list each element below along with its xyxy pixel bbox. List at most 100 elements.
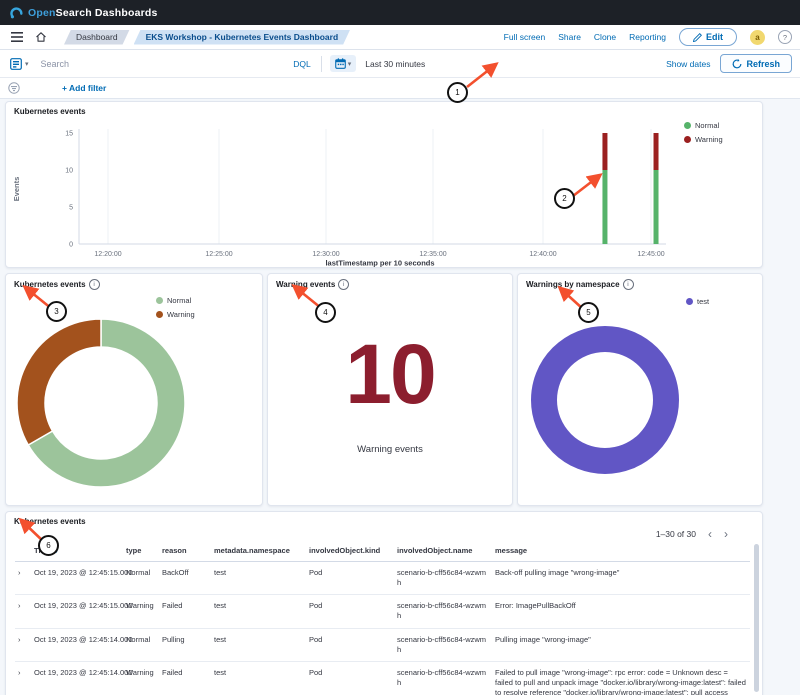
home-icon[interactable] — [32, 28, 50, 46]
search-input[interactable] — [39, 58, 284, 70]
filter-bar: + Add filter — [0, 78, 800, 99]
row-expand-icon[interactable]: › — [15, 595, 31, 628]
column-header-message[interactable]: message — [492, 542, 750, 562]
app-header: OpenSearchDashboards — [0, 0, 800, 25]
annotation-arrow-1 — [462, 60, 502, 92]
cell-namespace: test — [211, 595, 306, 628]
svg-text:12:40:00: 12:40:00 — [529, 251, 556, 258]
svg-text:12:20:00: 12:20:00 — [94, 251, 121, 258]
cell-reason: Failed — [159, 661, 211, 695]
panel-warnings-by-namespace: Warnings by namespacei test — [517, 273, 763, 506]
annotation-circle-4: 4 — [315, 302, 336, 323]
cell-kind: Pod — [306, 595, 394, 628]
panel-kubernetes-events-histogram: Kubernetes events 05101512:20:0012:25:00… — [5, 101, 763, 268]
table-scrollbar[interactable] — [754, 544, 759, 692]
show-dates-link[interactable]: Show dates — [666, 59, 710, 69]
edit-button[interactable]: Edit — [679, 28, 737, 46]
chevron-down-icon: ▾ — [348, 60, 352, 68]
svg-text:lastTimestamp per 10 seconds: lastTimestamp per 10 seconds — [325, 259, 434, 268]
legend-item-test[interactable]: test — [686, 297, 709, 306]
full-screen-link[interactable]: Full screen — [504, 32, 546, 42]
dql-selector[interactable]: DQL — [293, 59, 310, 69]
panel-title: Kubernetes events — [14, 107, 86, 116]
info-icon[interactable]: i — [623, 279, 634, 290]
cell-time: Oct 19, 2023 @ 12:45:14.000 — [31, 628, 123, 661]
clone-link[interactable]: Clone — [594, 32, 616, 42]
breadcrumb: Dashboard EKS Workshop - Kubernetes Even… — [64, 30, 350, 45]
row-expand-icon[interactable]: › — [15, 562, 31, 595]
legend-item-normal[interactable]: Normal — [684, 121, 723, 130]
chevron-down-icon: ▾ — [25, 60, 29, 68]
refresh-button[interactable]: Refresh — [720, 54, 792, 73]
saved-query-menu[interactable]: ▾ — [6, 58, 33, 70]
table-row: ›Oct 19, 2023 @ 12:45:14.000WarningFaile… — [15, 661, 750, 695]
normal-dot — [684, 122, 691, 129]
share-link[interactable]: Share — [558, 32, 581, 42]
saved-query-icon — [10, 58, 22, 70]
cell-namespace: test — [211, 661, 306, 695]
column-header-reason[interactable]: reason — [159, 542, 211, 562]
info-icon[interactable]: i — [89, 279, 100, 290]
help-icon[interactable]: ? — [778, 30, 792, 44]
warning-count-label: Warning events — [268, 444, 512, 455]
svg-text:0: 0 — [69, 242, 73, 249]
legend-item-warning[interactable]: Warning — [156, 310, 195, 319]
brand-text: OpenSearchDashboards — [28, 7, 158, 19]
svg-text:5: 5 — [69, 205, 73, 212]
cell-reason: Pulling — [159, 628, 211, 661]
legend-item-normal[interactable]: Normal — [156, 296, 195, 305]
menu-hamburger-icon[interactable] — [8, 28, 26, 46]
annotation-circle-3: 3 — [46, 301, 67, 322]
column-header-name[interactable]: involvedObject.name — [394, 542, 492, 562]
test-namespace-dot — [686, 298, 693, 305]
calendar-icon — [335, 58, 346, 69]
pagination-range: 1–30 of 30 — [656, 529, 696, 539]
cell-name: scenario-b-cff56c84-wzwmh — [394, 562, 492, 595]
query-bar: ▾ DQL ▾ Last 30 minutes Show dates — [0, 50, 800, 78]
cell-name: scenario-b-cff56c84-wzwmh — [394, 661, 492, 695]
cell-time: Oct 19, 2023 @ 12:45:14.000 — [31, 661, 123, 695]
add-filter-link[interactable]: + Add filter — [62, 83, 106, 93]
table-row: ›Oct 19, 2023 @ 12:45:15.000WarningFaile… — [15, 595, 750, 628]
column-header-kind[interactable]: involvedObject.kind — [306, 542, 394, 562]
opensearch-logo[interactable]: OpenSearchDashboards — [10, 6, 158, 19]
cell-type: Warning — [123, 595, 159, 628]
annotation-circle-5: 5 — [578, 302, 599, 323]
cell-time: Oct 19, 2023 @ 12:45:15.000 — [31, 595, 123, 628]
cell-message: Pulling image "wrong-image" — [492, 628, 750, 661]
column-header-namespace[interactable]: metadata.namespace — [211, 542, 306, 562]
time-range-value[interactable]: Last 30 minutes — [365, 59, 425, 69]
cell-kind: Pod — [306, 661, 394, 695]
date-picker-button[interactable]: ▾ — [330, 55, 357, 72]
events-histogram-chart[interactable]: 05101512:20:0012:25:0012:30:0012:35:0012… — [6, 102, 762, 267]
breadcrumb-dashboard[interactable]: Dashboard — [64, 30, 130, 45]
donut-legend: Normal Warning — [156, 296, 195, 319]
avatar[interactable]: a — [750, 30, 765, 45]
cell-message: Error: ImagePullBackOff — [492, 595, 750, 628]
svg-text:10: 10 — [65, 168, 73, 175]
cell-kind: Pod — [306, 628, 394, 661]
table-row: ›Oct 19, 2023 @ 12:45:14.000NormalPullin… — [15, 628, 750, 661]
info-icon[interactable]: i — [338, 279, 349, 290]
legend-item-warning[interactable]: Warning — [684, 135, 723, 144]
breadcrumb-current-dashboard[interactable]: EKS Workshop - Kubernetes Events Dashboa… — [134, 30, 351, 45]
reporting-link[interactable]: Reporting — [629, 32, 666, 42]
next-page-icon[interactable]: › — [724, 528, 728, 540]
svg-text:12:45:00: 12:45:00 — [637, 251, 664, 258]
events-table: Time▼ type reason metadata.namespace inv… — [15, 542, 750, 695]
previous-page-icon[interactable]: ‹ — [708, 528, 712, 540]
cell-time: Oct 19, 2023 @ 12:45:15.000 — [31, 562, 123, 595]
opensearch-logo-icon — [10, 6, 23, 19]
svg-text:15: 15 — [65, 131, 73, 138]
panel-kubernetes-events-table: Kubernetes events 1–30 of 30 ‹ › Time▼ t… — [5, 511, 763, 695]
column-header-type[interactable]: type — [123, 542, 159, 562]
cell-name: scenario-b-cff56c84-wzwmh — [394, 595, 492, 628]
warning-dot — [684, 136, 691, 143]
top-nav-bar: Dashboard EKS Workshop - Kubernetes Even… — [0, 25, 800, 50]
row-expand-icon[interactable]: › — [15, 661, 31, 695]
filter-icon[interactable] — [8, 82, 20, 94]
row-expand-icon[interactable]: › — [15, 628, 31, 661]
cell-message: Back-off pulling image "wrong-image" — [492, 562, 750, 595]
cell-namespace: test — [211, 562, 306, 595]
svg-text:12:30:00: 12:30:00 — [312, 251, 339, 258]
